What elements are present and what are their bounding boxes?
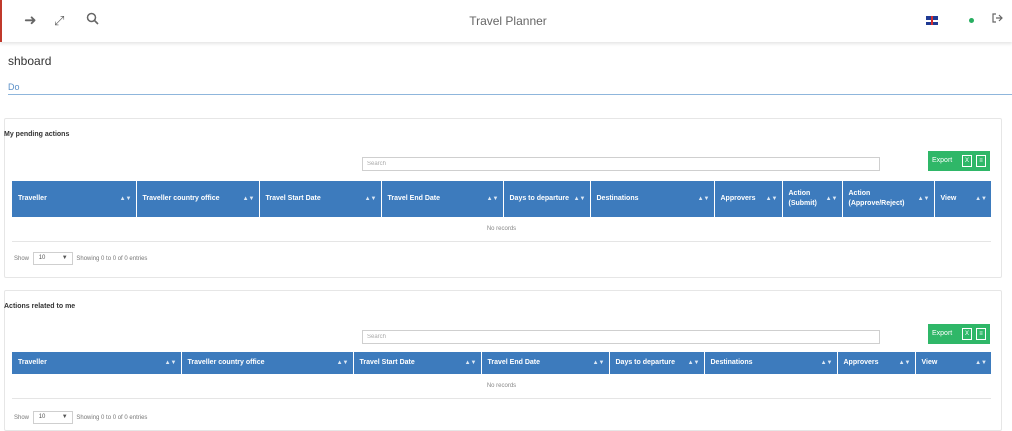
column-header-end-date[interactable]: Travel End Date ▲▼ (381, 181, 504, 217)
column-header-approvers[interactable]: Approvers ▲▼ (714, 181, 783, 217)
show-label: Show (14, 256, 30, 263)
export-label: Export (932, 330, 953, 337)
pending-export-button[interactable]: Export X ≡ (928, 151, 990, 171)
sort-icon: ▲▼ (765, 196, 778, 202)
column-header-country-office[interactable]: Traveller country office ▲▼ (181, 352, 354, 374)
pending-search-input[interactable] (362, 157, 880, 171)
column-header-approvers[interactable]: Approvers ▲▼ (837, 352, 916, 374)
related-actions-title: Actions related to me (4, 303, 76, 310)
column-header-destinations[interactable]: Destinations ▲▼ (590, 181, 715, 217)
excel-icon: X (962, 328, 972, 340)
chevron-down-icon: ▼ (61, 255, 68, 261)
column-header-start-date[interactable]: Travel Start Date ▲▼ (353, 352, 482, 374)
column-header-traveller[interactable]: Traveller ▲▼ (12, 181, 137, 217)
sort-icon: ▲▼ (820, 360, 833, 366)
logout-icon[interactable] (991, 12, 1003, 27)
column-header-action-approve-reject[interactable]: Action (Approve/Reject) ▲▼ (842, 181, 935, 217)
column-header-days-to-departure[interactable]: Days to departure ▲▼ (609, 352, 705, 374)
column-header-view[interactable]: View ▲▼ (915, 352, 991, 374)
app-title: Travel Planner (469, 14, 547, 28)
sort-icon: ▲▼ (975, 196, 987, 202)
related-search-input[interactable] (362, 330, 880, 344)
empty-table-message: No records (12, 374, 991, 399)
sort-icon: ▲▼ (697, 196, 710, 202)
document-icon: ≡ (976, 155, 986, 167)
column-header-action-submit[interactable]: Action (Submit) ▲▼ (782, 181, 843, 217)
column-header-traveller[interactable]: Traveller ▲▼ (12, 352, 182, 374)
column-header-destinations[interactable]: Destinations ▲▼ (704, 352, 838, 374)
chevron-down-icon: ▼ (61, 414, 68, 420)
empty-table-message: No records (12, 217, 991, 242)
related-export-button[interactable]: Export X ≡ (928, 324, 990, 344)
sort-icon: ▲▼ (119, 196, 132, 202)
related-length-control: Show 10 ▼ Showing 0 to 0 of 0 entries (14, 411, 147, 424)
sort-icon: ▲▼ (592, 360, 605, 366)
entries-info: Showing 0 to 0 of 0 entries (76, 256, 148, 263)
column-header-start-date[interactable]: Travel Start Date ▲▼ (259, 181, 382, 217)
tab-underline (8, 94, 1012, 95)
page-length-select[interactable]: 10 ▼ (32, 411, 73, 424)
column-header-country-office[interactable]: Traveller country office ▲▼ (136, 181, 260, 217)
status-dot-icon (969, 18, 974, 23)
export-label: Export (932, 157, 953, 164)
column-header-end-date[interactable]: Travel End Date ▲▼ (481, 352, 610, 374)
sort-icon: ▲▼ (486, 196, 499, 202)
entries-info: Showing 0 to 0 of 0 entries (76, 415, 148, 422)
uk-flag-icon[interactable] (926, 16, 938, 25)
sort-icon: ▲▼ (898, 360, 911, 366)
pending-actions-title: My pending actions (4, 131, 70, 138)
forward-arrow-icon[interactable]: ➜ (24, 12, 37, 30)
show-label: Show (14, 415, 30, 422)
sort-icon: ▲▼ (336, 360, 349, 366)
search-icon[interactable] (86, 12, 99, 30)
tab-do[interactable]: Do (8, 82, 20, 92)
sort-icon: ▲▼ (687, 360, 700, 366)
sort-icon: ▲▼ (242, 196, 255, 202)
breadcrumb: shboard (8, 54, 52, 68)
sort-icon: ▲▼ (364, 196, 377, 202)
related-actions-table: Traveller ▲▼ Traveller country office ▲▼ T… (12, 352, 991, 399)
column-header-view[interactable]: View ▲▼ (934, 181, 991, 217)
sort-icon: ▲▼ (573, 196, 586, 202)
expand-icon[interactable]: ⤢ (54, 12, 64, 30)
sort-icon: ▲▼ (825, 196, 838, 202)
sort-icon: ▲▼ (464, 360, 477, 366)
page-length-select[interactable]: 10 ▼ (32, 252, 73, 265)
excel-icon: X (962, 155, 972, 167)
sort-icon: ▲▼ (917, 196, 930, 202)
column-header-days-to-departure[interactable]: Days to departure ▲▼ (503, 181, 591, 217)
pending-length-control: Show 10 ▼ Showing 0 to 0 of 0 entries (14, 252, 147, 265)
top-bar: ➜ ⤢ Travel Planner (0, 0, 1012, 42)
sort-icon: ▲▼ (164, 360, 177, 366)
pending-actions-table: Traveller ▲▼ Traveller country office ▲▼ T… (12, 181, 991, 242)
sort-icon: ▲▼ (975, 360, 987, 366)
document-icon: ≡ (976, 328, 986, 340)
